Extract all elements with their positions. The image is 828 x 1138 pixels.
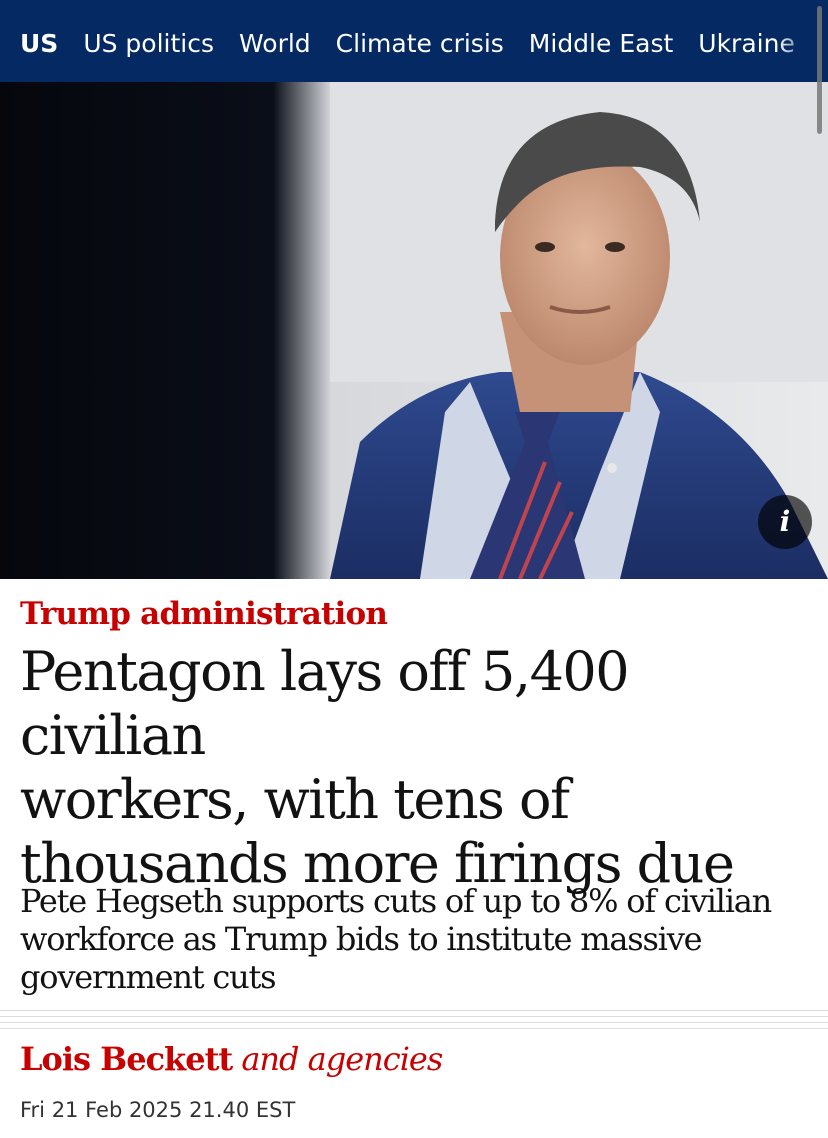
standfirst-line: Pete Hegseth supports cuts of up to 8% o… — [20, 882, 772, 920]
hero-photo-illustration — [0, 82, 828, 579]
nav-item-climate-crisis[interactable]: Climate crisis — [336, 26, 504, 62]
nav-item-us[interactable]: US — [20, 26, 58, 62]
author-link[interactable]: Lois Beckett — [20, 1040, 233, 1078]
hero-image: i — [0, 82, 828, 579]
standfirst-line: government cuts — [20, 958, 277, 996]
nav-list: US US politics World Climate crisis Midd… — [20, 26, 828, 62]
article-headline: Pentagon lays off 5,400 civilian workers… — [20, 640, 820, 896]
nav-item-us-politics[interactable]: US politics — [83, 26, 214, 62]
divider-rules — [0, 1010, 828, 1034]
headline-line: workers, with tens of — [20, 768, 570, 831]
publish-date: Fri 21 Feb 2025 21.40 EST — [20, 1098, 296, 1122]
article-standfirst: Pete Hegseth supports cuts of up to 8% o… — [20, 882, 810, 996]
image-info-button[interactable]: i — [758, 495, 812, 549]
headline-line: Pentagon lays off 5,400 civilian — [20, 640, 630, 767]
nav-item-world[interactable]: World — [239, 26, 311, 62]
section-nav: US US politics World Climate crisis Midd… — [0, 0, 828, 82]
byline: Lois Beckett and agencies — [20, 1040, 443, 1078]
byline-suffix: and agencies — [241, 1040, 443, 1078]
nav-item-middle-east[interactable]: Middle East — [529, 26, 673, 62]
article-kicker[interactable]: Trump administration — [20, 596, 388, 632]
page-scrollbar[interactable] — [817, 6, 822, 134]
standfirst-line: workforce as Trump bids to institute mas… — [20, 920, 703, 958]
